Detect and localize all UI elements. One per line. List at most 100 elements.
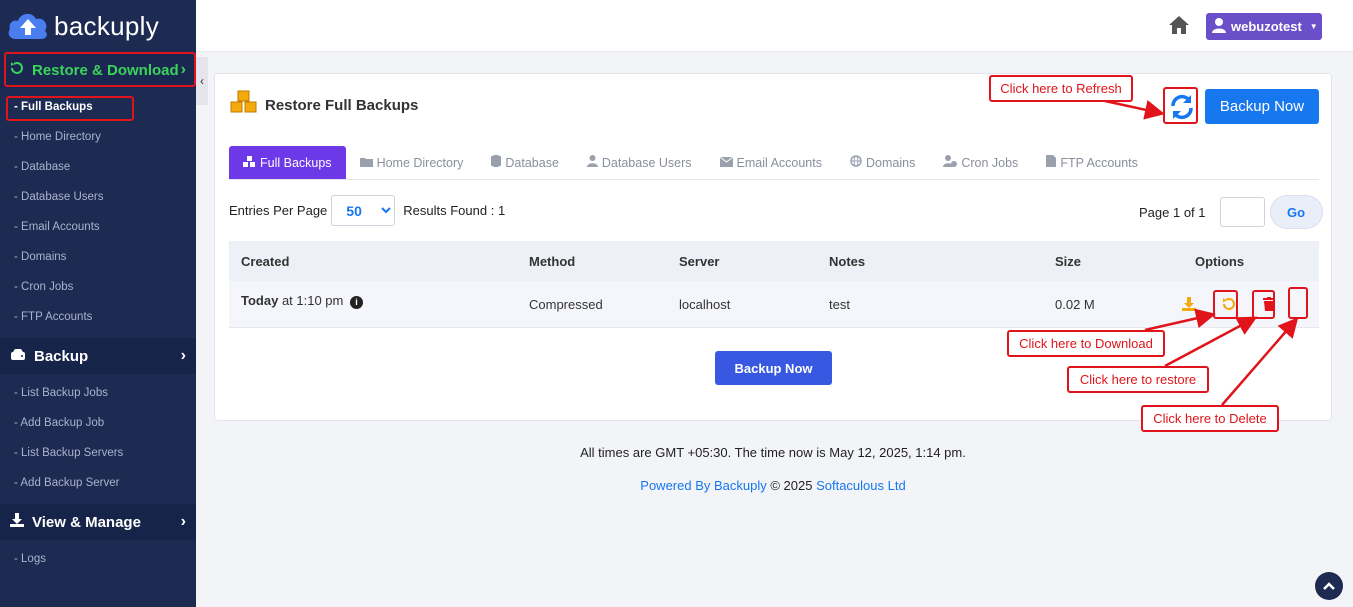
column-size: Size — [1055, 253, 1082, 269]
sidebar-section-view-manage[interactable]: View & Manage › — [0, 504, 196, 540]
restore-submenu: - Full Backups - Home Directory - Databa… — [0, 88, 196, 338]
sidebar-section-label: Backup — [34, 347, 89, 365]
created-time: at 1:10 pm — [278, 293, 344, 309]
sidebar-item-cron-jobs[interactable]: - Cron Jobs — [0, 272, 196, 302]
tab-label: Email Accounts — [736, 155, 822, 170]
table-header: Created Method Server Notes Size Options — [229, 241, 1319, 281]
chevron-right-icon: › — [180, 513, 186, 530]
options-label: Options — [1195, 253, 1245, 269]
tab-bar: Full Backups Home Directory Database Dat… — [229, 146, 1319, 180]
chevron-up-icon — [1323, 577, 1335, 595]
user-database-icon — [586, 155, 598, 170]
highlight-full-backups — [6, 96, 134, 121]
tab-email-accounts[interactable]: Email Accounts — [706, 146, 836, 179]
sidebar-collapse-toggle[interactable]: ‹ — [196, 57, 208, 105]
tab-label: FTP Accounts — [1060, 155, 1138, 170]
download-icon — [10, 513, 24, 531]
highlight-restore — [1252, 290, 1275, 319]
tab-ftp-accounts[interactable]: FTP Accounts — [1032, 146, 1152, 179]
column-created: Created — [241, 253, 290, 269]
sidebar-item-ftp-accounts[interactable]: - FTP Accounts — [0, 302, 196, 332]
sidebar: backuply Restore & Download › - Full Bac… — [0, 0, 196, 607]
tab-label: Domains — [866, 155, 916, 170]
sidebar-item-list-backup-jobs[interactable]: - List Backup Jobs — [0, 378, 196, 408]
sidebar-item-home-directory[interactable]: - Home Directory — [0, 122, 196, 152]
tab-label: Cron Jobs — [961, 155, 1019, 170]
entries-control: Entries Per Page 50 Results Found : 1 — [229, 195, 505, 226]
tab-label: Database — [505, 155, 559, 170]
sidebar-item-domains[interactable]: - Domains — [0, 242, 196, 272]
manage-submenu: - Logs — [0, 540, 196, 580]
card-title: Restore Full Backups — [229, 90, 418, 120]
pager: Page 1 of 1 Go — [1139, 195, 1323, 229]
column-server: Server — [679, 253, 720, 269]
page-number-input[interactable] — [1219, 197, 1265, 227]
info-icon[interactable]: i — [350, 295, 363, 309]
database-icon — [491, 155, 502, 170]
backuply-link[interactable]: Powered By Backuply — [640, 478, 766, 493]
envelope-icon — [719, 156, 733, 170]
created-day: Today — [241, 293, 279, 309]
sidebar-section-label: View & Manage — [32, 513, 141, 531]
copyright-text: © 2025 — [766, 478, 817, 493]
tab-home-directory[interactable]: Home Directory — [346, 146, 478, 179]
tab-label: Home Directory — [376, 155, 464, 170]
sidebar-item-email-accounts[interactable]: - Email Accounts — [0, 212, 196, 242]
folder-icon — [359, 156, 373, 170]
logo[interactable]: backuply — [0, 0, 196, 52]
file-icon — [1046, 155, 1057, 170]
home-icon[interactable] — [1168, 15, 1190, 37]
column-options: Options — [1175, 254, 1319, 269]
cubes-icon — [229, 90, 259, 120]
table-row: Today at 1:10 pm i Compressed localhost … — [229, 281, 1319, 328]
cubes-icon — [243, 155, 256, 170]
tab-database[interactable]: Database — [477, 146, 573, 179]
globe-icon — [850, 155, 862, 170]
softaculous-link[interactable]: Softaculous Ltd — [816, 478, 906, 493]
highlight-refresh — [1163, 87, 1198, 124]
entries-label: Entries Per Page — [229, 203, 328, 218]
callout-restore: Click here to restore — [1067, 366, 1209, 393]
sidebar-item-database[interactable]: - Database — [0, 152, 196, 182]
column-method: Method — [529, 253, 576, 269]
user-menu-button[interactable]: webuzotest ▼ — [1206, 13, 1322, 40]
hdd-icon — [10, 348, 26, 365]
footer-powered: Powered By Backuply © 2025 Softaculous L… — [0, 478, 1353, 493]
sidebar-item-add-backup-job[interactable]: - Add Backup Job — [0, 408, 196, 438]
tab-cron-jobs[interactable]: Cron Jobs — [929, 146, 1032, 179]
sidebar-item-logs[interactable]: - Logs — [0, 544, 196, 574]
callout-delete: Click here to Delete — [1141, 405, 1279, 432]
caret-down-icon: ▼ — [1309, 22, 1318, 31]
cell-server: localhost — [679, 296, 731, 312]
cell-notes: test — [829, 296, 850, 312]
tab-full-backups[interactable]: Full Backups — [229, 146, 346, 179]
entries-per-page-select[interactable]: 50 — [331, 195, 396, 226]
highlight-delete — [1288, 287, 1308, 319]
cell-size: 0.02 M — [1055, 296, 1095, 312]
brand-name: backuply — [54, 10, 160, 41]
user-clock-icon — [943, 155, 958, 170]
callout-download: Click here to Download — [1007, 330, 1165, 357]
highlight-restore-download — [4, 52, 196, 87]
scroll-to-top-button[interactable] — [1315, 572, 1343, 600]
sidebar-item-database-users[interactable]: - Database Users — [0, 182, 196, 212]
backup-now-button[interactable]: Backup Now — [1205, 89, 1319, 124]
card-title-text: Restore Full Backups — [265, 96, 419, 114]
highlight-download — [1213, 290, 1238, 319]
footer-time: All times are GMT +05:30. The time now i… — [580, 445, 966, 460]
tab-domains[interactable]: Domains — [836, 146, 929, 179]
user-name: webuzotest — [1231, 19, 1302, 34]
column-notes: Notes — [829, 253, 866, 269]
sidebar-section-backup[interactable]: Backup › — [0, 338, 196, 374]
user-icon — [1212, 17, 1226, 36]
backups-table: Created Method Server Notes Size Options… — [229, 241, 1319, 328]
go-button[interactable]: Go — [1269, 195, 1323, 229]
download-backup-icon[interactable] — [1179, 294, 1199, 314]
callout-refresh: Click here to Refresh — [989, 75, 1133, 102]
cell-method: Compressed — [529, 296, 603, 312]
page-label: Page 1 of 1 — [1139, 204, 1206, 220]
backup-now-bottom-button[interactable]: Backup Now — [715, 351, 832, 385]
tab-database-users[interactable]: Database Users — [573, 146, 706, 179]
tab-label: Database Users — [601, 155, 692, 170]
cloud-upload-icon — [6, 9, 50, 43]
